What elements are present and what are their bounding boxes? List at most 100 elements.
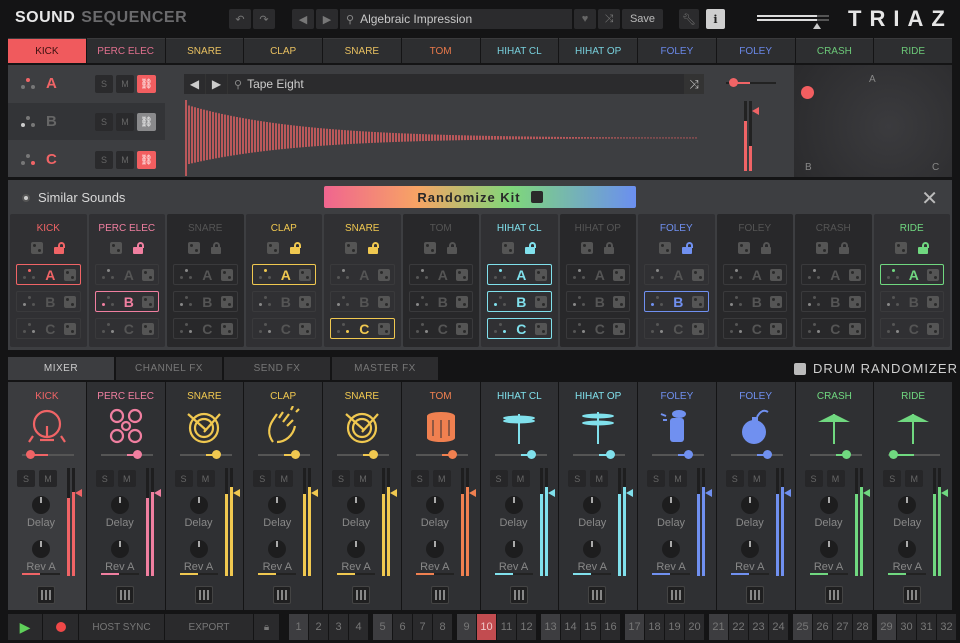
solo-button[interactable]: S (647, 470, 665, 487)
pan-slider[interactable] (809, 450, 862, 459)
volume-fader-handle[interactable] (232, 489, 240, 497)
shuffle-preset-button[interactable]: ⤨ (598, 9, 620, 29)
similar-slot-a[interactable]: A (94, 264, 159, 285)
pan-slider[interactable] (573, 450, 626, 459)
reverb-send-knob[interactable] (110, 540, 129, 558)
reverb-send-knob[interactable] (819, 540, 838, 558)
delay-send-knob[interactable] (740, 496, 759, 514)
similar-slot-c[interactable]: C (16, 318, 81, 339)
unlock-icon[interactable] (367, 242, 380, 254)
similar-slot-a[interactable]: A (879, 264, 944, 285)
step-button[interactable]: 27 (833, 614, 852, 640)
toggle-dot-icon[interactable] (22, 193, 30, 202)
instrument-tab[interactable]: SNARE (323, 38, 401, 63)
dice-icon[interactable] (534, 268, 547, 281)
prev-preset-button[interactable]: ◀ (292, 9, 314, 29)
layer-row[interactable]: A S M ⛓ (8, 65, 165, 102)
solo-button[interactable]: S (17, 470, 35, 487)
volume-fader-handle[interactable] (311, 489, 319, 497)
unlock-icon[interactable] (917, 242, 929, 254)
pan-slider[interactable] (337, 450, 389, 459)
step-button[interactable]: 8 (433, 614, 452, 640)
dice-icon[interactable] (613, 268, 625, 281)
solo-button[interactable]: S (804, 470, 823, 487)
pan-handle[interactable] (684, 450, 694, 459)
instrument-tab[interactable]: RIDE (874, 38, 952, 63)
dice-icon[interactable] (220, 268, 233, 281)
pan-handle[interactable] (25, 450, 35, 459)
delay-send-knob[interactable] (504, 496, 523, 514)
xy-pad-handle[interactable] (801, 86, 814, 99)
instrument-tab[interactable]: SNARE (165, 38, 244, 63)
similar-slot-b[interactable]: B (801, 291, 866, 312)
next-sample-button[interactable]: ▶ (206, 74, 228, 94)
step-button[interactable]: 13 (541, 614, 560, 640)
layer-pitch-slider[interactable] (726, 78, 776, 87)
step-button[interactable]: 2 (309, 614, 328, 640)
mute-button[interactable]: M (511, 470, 530, 487)
volume-fader-handle[interactable] (75, 489, 82, 497)
step-button[interactable]: 14 (561, 614, 580, 640)
step-button[interactable]: 23 (749, 614, 768, 640)
lock-button[interactable]: 🔒︎ (254, 614, 279, 640)
layer-mute-button[interactable]: M (116, 75, 134, 93)
layer-volume-handle[interactable] (752, 107, 759, 115)
pan-handle[interactable] (369, 450, 379, 459)
step-button[interactable]: 1 (289, 614, 308, 640)
mute-button[interactable]: M (196, 470, 215, 487)
step-button[interactable]: 26 (813, 614, 832, 640)
reverb-send-knob[interactable] (583, 540, 602, 558)
dice-icon[interactable] (423, 242, 436, 254)
similar-slot-c[interactable]: C (644, 318, 709, 339)
layer-mute-button[interactable]: M (116, 151, 134, 169)
solo-button[interactable]: S (174, 470, 193, 487)
solo-button[interactable]: S (725, 470, 744, 487)
mute-button[interactable]: M (669, 470, 687, 487)
pan-handle[interactable] (448, 450, 458, 459)
mute-button[interactable]: M (905, 470, 924, 487)
dice-icon[interactable] (109, 242, 122, 254)
reverb-send-knob[interactable] (189, 540, 208, 558)
instrument-tab[interactable]: PERC ELEC (86, 38, 165, 63)
instrument-tab[interactable]: FOLEY (716, 38, 795, 63)
layer-link-button[interactable]: ⛓ (137, 113, 156, 131)
dice-icon[interactable] (266, 242, 279, 254)
mixer-tab[interactable]: CHANNEL FX (116, 357, 222, 380)
instrument-tab[interactable]: TOM (401, 38, 480, 63)
dice-icon[interactable] (927, 268, 939, 281)
step-button[interactable]: 4 (349, 614, 368, 640)
step-button[interactable]: 30 (897, 614, 916, 640)
similar-slot-c[interactable]: C (801, 318, 866, 339)
dice-icon[interactable] (770, 268, 782, 281)
dice-icon[interactable] (816, 242, 829, 254)
pan-handle[interactable] (841, 450, 851, 459)
dice-icon[interactable] (31, 242, 44, 254)
step-button[interactable]: 20 (685, 614, 704, 640)
dice-icon[interactable] (502, 242, 515, 254)
dice-icon[interactable] (456, 322, 468, 335)
pan-slider[interactable] (652, 450, 704, 459)
pan-slider[interactable] (179, 450, 232, 459)
sample-search-field[interactable]: ⚲ Tape Eight (228, 74, 684, 94)
mute-button[interactable]: M (39, 470, 57, 487)
volume-fader-handle[interactable] (941, 489, 949, 497)
delay-send-knob[interactable] (189, 496, 208, 514)
volume-fader-handle[interactable] (705, 489, 712, 497)
step-button[interactable]: 25 (793, 614, 812, 640)
lock-icon[interactable] (603, 242, 615, 254)
piano-keys-icon[interactable] (273, 586, 292, 604)
step-button[interactable]: 12 (517, 614, 536, 640)
pan-slider[interactable] (258, 450, 311, 459)
mute-button[interactable]: M (747, 470, 766, 487)
piano-keys-icon[interactable] (430, 586, 449, 604)
dice-icon[interactable] (613, 295, 625, 308)
delay-send-knob[interactable] (268, 496, 287, 514)
step-button[interactable]: 6 (393, 614, 412, 640)
mixer-tab[interactable]: MIXER (8, 357, 114, 380)
dice-icon[interactable] (63, 268, 76, 281)
layer-mute-button[interactable]: M (116, 113, 134, 131)
similar-slot-a[interactable]: A (173, 264, 238, 285)
similar-slot-b[interactable]: B (644, 291, 709, 312)
master-volume-slider[interactable] (757, 14, 829, 29)
instrument-tab[interactable]: HIHAT OP (559, 38, 637, 63)
